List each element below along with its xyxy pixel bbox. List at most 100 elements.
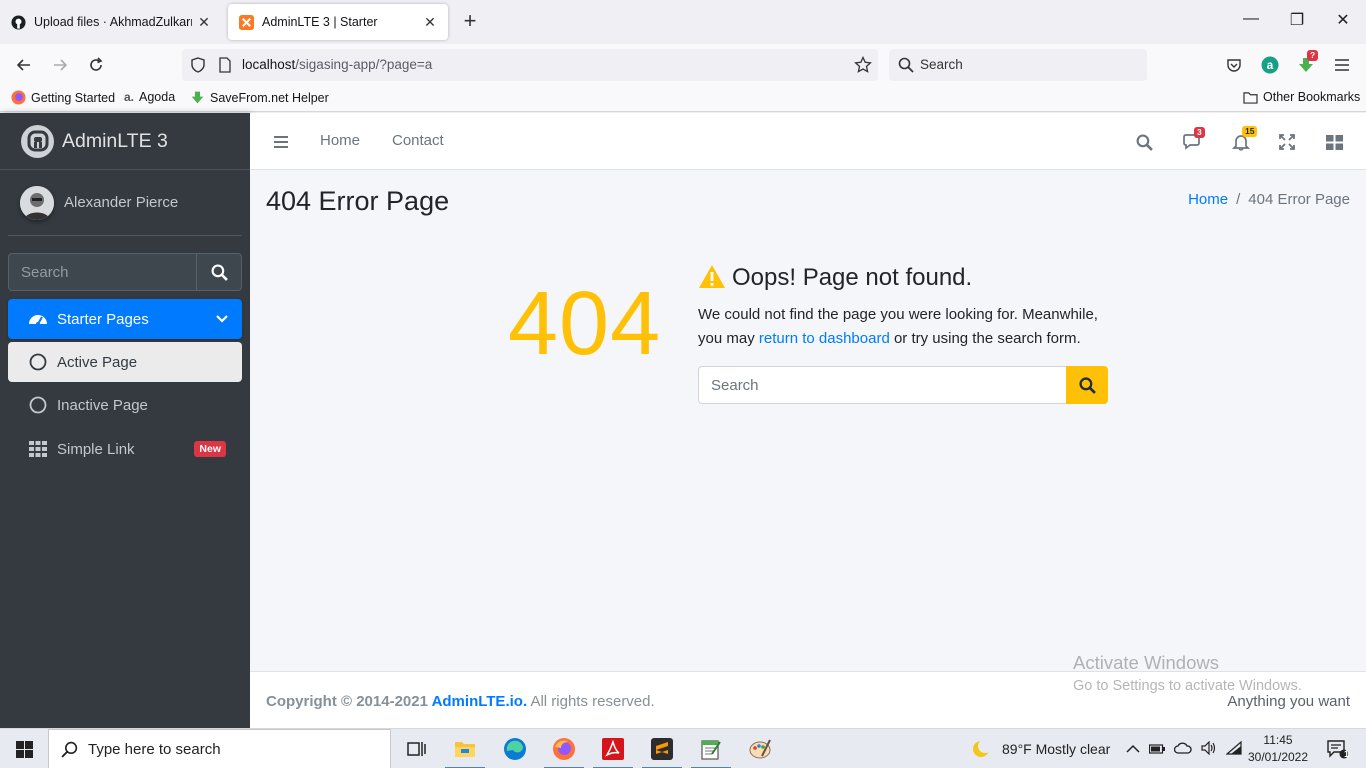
sidebar-item-simple-link[interactable]: Simple Link New bbox=[8, 429, 242, 469]
pocket-icon[interactable] bbox=[1223, 54, 1245, 76]
window-close-icon[interactable]: ✕ bbox=[1333, 10, 1353, 30]
content-wrapper: 404 Error Page Home / 404 Error Page 404… bbox=[250, 170, 1366, 671]
pushmenu-bars-icon[interactable] bbox=[269, 131, 293, 153]
close-tab-icon[interactable]: ✕ bbox=[422, 14, 438, 31]
tachometer-icon bbox=[28, 309, 48, 329]
sublime-text-icon[interactable] bbox=[640, 733, 684, 768]
error-search-input[interactable]: Search bbox=[698, 366, 1066, 404]
system-tray bbox=[1126, 729, 1242, 768]
tab-upload-files[interactable]: Upload files · AkhmadZulkarnain ✕ bbox=[0, 4, 222, 40]
search-icon bbox=[61, 741, 78, 758]
tab-title: AdminLTE 3 | Starter bbox=[262, 15, 378, 29]
footer-right-text: Anything you want bbox=[1227, 693, 1350, 710]
notifications-bell-icon[interactable]: 15 bbox=[1229, 126, 1258, 153]
action-center-notification-icon[interactable]: 1 bbox=[1320, 733, 1354, 765]
shield-icon[interactable] bbox=[190, 57, 206, 76]
new-badge: New bbox=[194, 441, 226, 457]
bookmark-savefrom[interactable]: SaveFrom.net Helper bbox=[190, 90, 329, 105]
minimize-icon[interactable]: — bbox=[1241, 10, 1261, 28]
header-link-home[interactable]: Home bbox=[320, 132, 360, 149]
other-bookmarks[interactable]: Other Bookmarks bbox=[1243, 90, 1360, 104]
chevron-up-icon[interactable] bbox=[1126, 741, 1140, 757]
error-search-button[interactable] bbox=[1066, 366, 1108, 404]
sidebar-search-input[interactable]: Search bbox=[8, 253, 196, 291]
file-explorer-icon[interactable] bbox=[443, 733, 487, 768]
user-name: Alexander Pierce bbox=[64, 194, 179, 211]
messages-comments-icon[interactable]: 3 bbox=[1180, 127, 1205, 153]
acrobat-reader-icon[interactable] bbox=[591, 733, 635, 768]
taskbar-search-box[interactable]: Type here to search bbox=[48, 729, 391, 768]
error-code: 404 bbox=[508, 274, 662, 374]
page-icon[interactable] bbox=[218, 57, 232, 76]
sidebar-item-inactive-page[interactable]: Inactive Page bbox=[8, 385, 242, 425]
savefrom-icon bbox=[191, 91, 204, 104]
user-panel[interactable]: Alexander Pierce bbox=[8, 170, 242, 236]
messages-badge: 3 bbox=[1194, 127, 1205, 138]
windows-start-icon[interactable] bbox=[2, 733, 46, 765]
browser-search-bar[interactable]: Search bbox=[889, 49, 1147, 81]
battery-icon[interactable] bbox=[1148, 741, 1165, 757]
weather-widget[interactable]: 89°F Mostly clear bbox=[970, 729, 1110, 768]
fullscreen-expand-icon[interactable] bbox=[1275, 131, 1299, 153]
breadcrumb-separator: / bbox=[1236, 191, 1241, 208]
circle-icon bbox=[28, 352, 48, 372]
firefox-taskbar-icon[interactable] bbox=[542, 733, 586, 768]
search-placeholder: Search bbox=[920, 57, 963, 72]
notifications-badge: 15 bbox=[1242, 126, 1258, 137]
brand-link[interactable]: AdminLTE 3 bbox=[0, 113, 250, 170]
tab-adminlte-starter[interactable]: AdminLTE 3 | Starter ✕ bbox=[228, 4, 448, 40]
sidebar-search: Search bbox=[8, 253, 242, 291]
warning-triangle-icon bbox=[698, 264, 726, 292]
search-icon[interactable] bbox=[1132, 131, 1156, 153]
new-tab-button[interactable]: + bbox=[458, 10, 482, 32]
volume-icon[interactable] bbox=[1201, 740, 1217, 758]
return-to-dashboard-link[interactable]: return to dashboard bbox=[759, 330, 890, 347]
header-link-contact[interactable]: Contact bbox=[392, 132, 444, 149]
sidebar-item-label: Starter Pages bbox=[57, 310, 149, 328]
notepad-icon[interactable] bbox=[689, 733, 733, 768]
adminlte-logo bbox=[21, 124, 54, 158]
extension-a-icon[interactable]: a bbox=[1259, 54, 1281, 76]
wifi-icon[interactable] bbox=[1225, 740, 1242, 758]
footer-brand-link[interactable]: AdminLTE.io. bbox=[432, 693, 528, 710]
bookmark-label: Agoda bbox=[139, 90, 176, 104]
bookmark-star-icon[interactable] bbox=[854, 55, 872, 77]
footer-copyright: Copyright © 2014-2021 AdminLTE.io. All r… bbox=[266, 693, 655, 710]
error-heading: Oops! Page not found. bbox=[698, 264, 972, 292]
taskbar-clock[interactable]: 11:45 30/01/2022 bbox=[1245, 732, 1311, 766]
close-tab-icon[interactable]: ✕ bbox=[196, 14, 212, 31]
edge-browser-icon[interactable] bbox=[493, 733, 537, 765]
sidebar-item-starter-pages[interactable]: Starter Pages bbox=[8, 299, 242, 339]
bookmark-agoda[interactable]: a. Agoda bbox=[124, 90, 175, 104]
sidebar-item-label: Simple Link bbox=[57, 440, 135, 458]
sidebar-item-active-page[interactable]: Active Page bbox=[8, 342, 242, 382]
bookmark-label: Getting Started bbox=[31, 90, 116, 105]
reload-icon[interactable] bbox=[85, 54, 107, 76]
onedrive-cloud-icon[interactable] bbox=[1173, 741, 1192, 757]
breadcrumb-home[interactable]: Home bbox=[1188, 191, 1228, 208]
taskbar-search-placeholder: Type here to search bbox=[88, 740, 221, 758]
savefrom-extension-icon[interactable]: ? bbox=[1295, 50, 1319, 76]
bookmark-getting-started[interactable]: Getting Started bbox=[11, 90, 115, 105]
windows-taskbar: Type here to search 89°F Mostly clear 11… bbox=[0, 728, 1366, 768]
page-title: 404 Error Page bbox=[266, 186, 450, 216]
control-sidebar-th-large-icon[interactable] bbox=[1322, 131, 1346, 153]
browser-tab-bar: Upload files · AkhmadZulkarnain ✕ AdminL… bbox=[0, 0, 1366, 44]
error-search-form: Search bbox=[698, 366, 1108, 404]
sidebar-search-button[interactable] bbox=[196, 253, 242, 291]
moon-icon bbox=[973, 739, 992, 757]
back-icon[interactable] bbox=[13, 54, 35, 76]
browser-toolbar: localhost/sigasing-app/?page=a Search a … bbox=[0, 44, 1366, 86]
address-bar[interactable]: localhost/sigasing-app/?page=a bbox=[182, 49, 878, 81]
folder-icon bbox=[1243, 91, 1258, 104]
extension-badge: ? bbox=[1307, 50, 1319, 61]
circle-icon bbox=[28, 395, 48, 415]
restore-icon[interactable]: ❐ bbox=[1287, 10, 1307, 30]
hamburger-menu-icon[interactable] bbox=[1331, 54, 1353, 76]
weather-text: 89°F Mostly clear bbox=[1002, 741, 1111, 757]
sidebar-item-label: Active Page bbox=[57, 353, 138, 371]
forward-icon[interactable] bbox=[49, 54, 71, 76]
paint-icon[interactable] bbox=[738, 733, 782, 765]
firefox-icon bbox=[11, 90, 26, 105]
task-view-icon[interactable] bbox=[394, 733, 438, 765]
